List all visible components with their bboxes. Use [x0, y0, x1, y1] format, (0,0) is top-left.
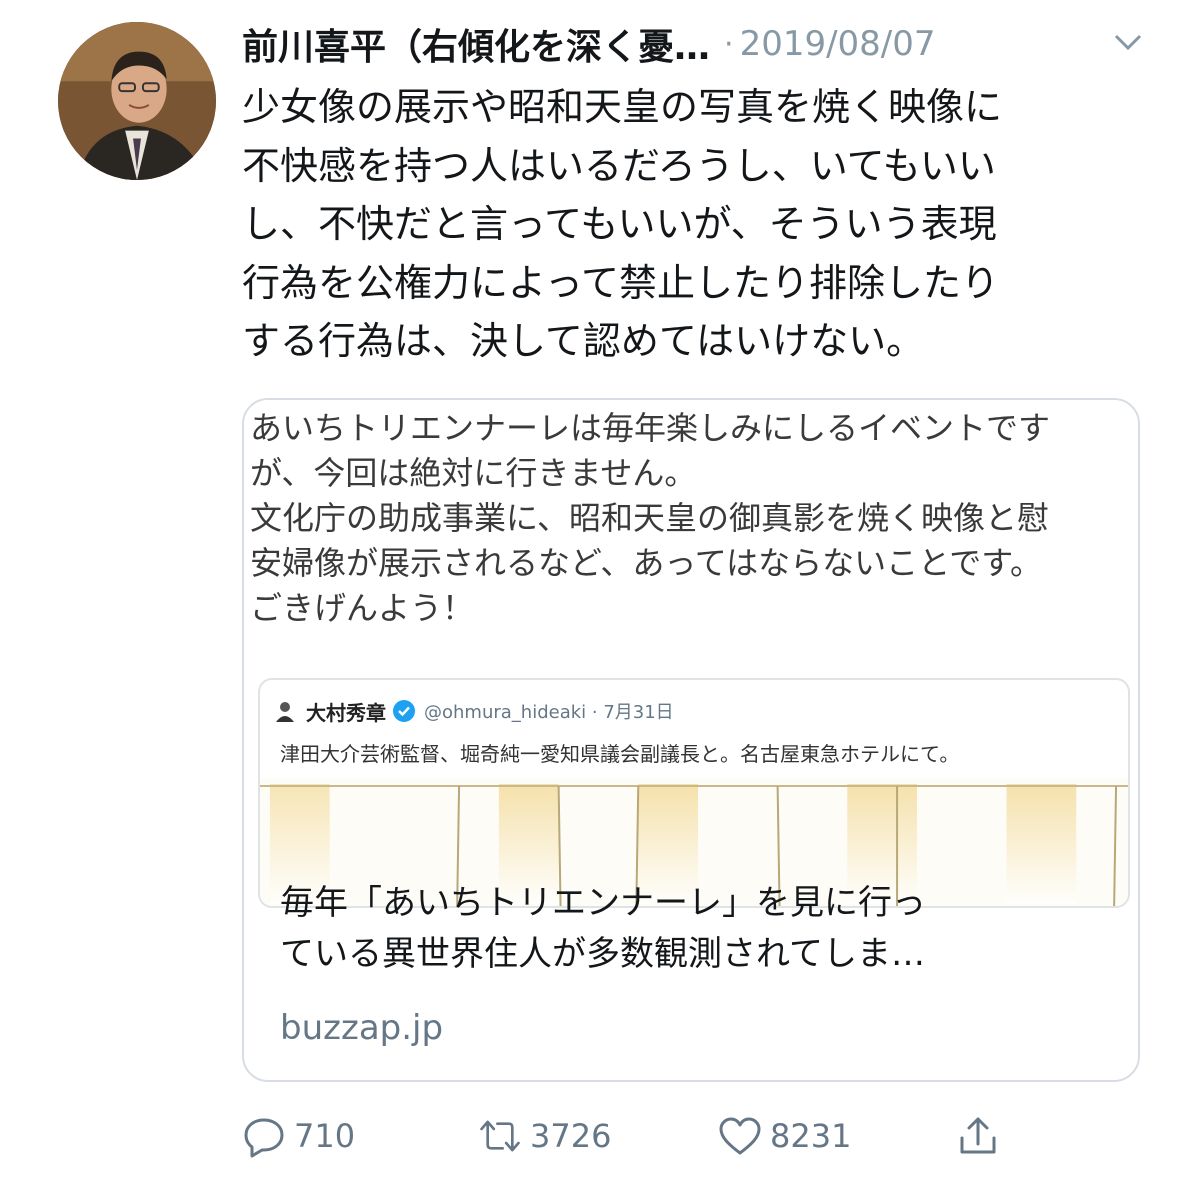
embedded-handle: @ohmura_hideaki · 7月31日 — [424, 702, 674, 723]
reply-icon — [244, 1118, 284, 1158]
author-name[interactable]: 前川喜平（右傾化を深く憂… — [242, 18, 710, 70]
share-icon — [960, 1117, 996, 1154]
retweet-icon — [480, 1120, 520, 1152]
embedded-author-name: 大村秀章 — [306, 700, 386, 725]
like-count: 8231 — [770, 1117, 852, 1155]
header-separator: · — [724, 26, 734, 62]
tweet-text: 少女像の展示や昭和天皇の写真を焼く映像に 不快感を持つ人はいるだろうし、いてもい… — [242, 85, 1003, 363]
retweet-button[interactable]: 3726 — [478, 1108, 611, 1164]
retweet-count: 3726 — [530, 1117, 612, 1155]
embedded-tweet-text: 津田大介芸術監督、堀奇純一愛知県議会副議長と。名古屋東急ホテルにて。 — [280, 742, 960, 766]
tweet-header: 前川喜平（右傾化を深く憂… · 2019/08/07 — [242, 18, 1162, 70]
link-card[interactable]: あいちトリエンナーレは毎年楽しみにしるイベントです が、今回は絶対に行きません。… — [242, 398, 1140, 1082]
like-button[interactable]: 8231 — [718, 1108, 851, 1164]
verified-icon — [393, 700, 415, 722]
card-info: 毎年「あいちトリエンナーレ」を見に行っ ている異世界住人が多数観測されてしま… … — [244, 870, 1138, 1080]
reply-count: 710 — [294, 1117, 356, 1155]
tweet-date[interactable]: 2019/08/07 — [740, 24, 936, 64]
reply-button[interactable]: 710 — [242, 1108, 355, 1164]
card-domain: buzzap.jp — [280, 1008, 444, 1048]
embedded-tweet-header: 大村秀章 @ohmura_hideaki · 7月31日 — [274, 696, 674, 726]
chevron-down-icon[interactable] — [1112, 30, 1144, 54]
card-image: あいちトリエンナーレは毎年楽しみにしるイベントです が、今回は絶対に行きません。… — [244, 400, 1138, 908]
tweet-actions: 710 3726 8231 — [242, 1108, 1022, 1164]
avatar[interactable] — [58, 22, 216, 180]
share-button[interactable] — [956, 1108, 1008, 1164]
embedded-avatar — [276, 702, 294, 722]
card-title: 毎年「あいちトリエンナーレ」を見に行っ ている異世界住人が多数観測されてしま… — [280, 883, 926, 974]
like-icon — [719, 1117, 761, 1155]
card-image-text: あいちトリエンナーレは毎年楽しみにしるイベントです が、今回は絶対に行きません。… — [250, 409, 1051, 627]
